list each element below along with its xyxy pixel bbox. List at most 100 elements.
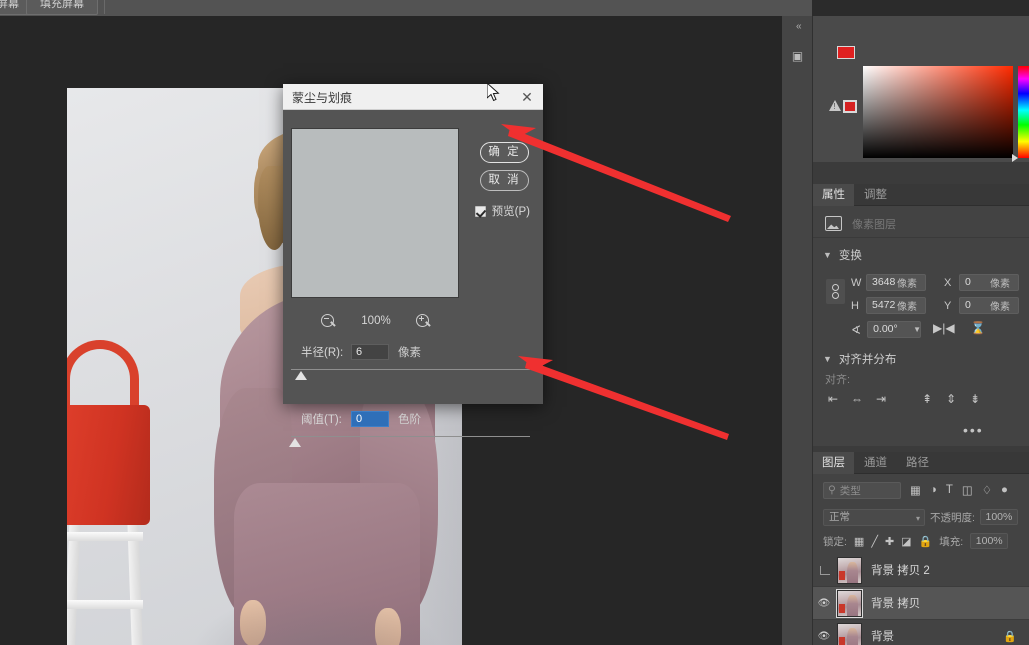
preview-checkbox-label: 预览(P)	[491, 206, 530, 218]
close-icon[interactable]: ✕	[517, 87, 537, 107]
layer-name: 背景 拷贝 2	[871, 565, 930, 577]
align-section-header[interactable]: ▼ 对齐并分布	[813, 348, 1029, 370]
align-more-options-icon[interactable]: •••	[963, 422, 984, 438]
layer-thumbnail[interactable]	[836, 588, 863, 618]
lock-transparency-icon[interactable]: ▦	[854, 535, 864, 548]
align-top-icon[interactable]: ⇞	[919, 392, 935, 406]
filter-toggle-icon[interactable]: ●	[1001, 484, 1008, 496]
zoom-level-value: 100%	[361, 315, 391, 327]
photoshop-window: 屏幕 填充屏幕 蒙尘与划痕 ✕ 确 定 取 消 预览(P) 100% 半径(R)…	[0, 0, 1029, 645]
threshold-input[interactable]: 0	[351, 411, 389, 427]
zoom-out-icon[interactable]	[321, 313, 336, 329]
angle-row: ∢ 0.00° ▼	[851, 321, 922, 338]
fill-input[interactable]: 100%	[970, 533, 1009, 549]
lock-position-icon[interactable]: ✚	[885, 535, 894, 548]
radius-slider-thumb[interactable]	[295, 371, 307, 380]
layers-panel-tabs: 图层 通道 路径	[813, 452, 1029, 474]
align-bottom-icon[interactable]: ⇟	[967, 392, 983, 406]
transform-section-header[interactable]: ▼ 变换	[813, 244, 1029, 266]
align-section-title: 对齐并分布	[838, 354, 897, 366]
x-input[interactable]: 0	[959, 274, 1019, 291]
tab-channels[interactable]: 通道	[855, 452, 896, 474]
layer-visibility-icon[interactable]: 👁	[813, 631, 835, 642]
preview-zoom-controls: 100%	[321, 311, 431, 331]
align-center-vertical-icon[interactable]: ⇕	[943, 392, 959, 406]
table-row[interactable]: 👁 背景 拷贝 2	[813, 554, 1029, 587]
layers-body: ⚲ 类型 ▦ ◑ T ◫ ♢ ● 正常 不透明度: 100% 锁定:	[813, 474, 1029, 645]
flip-horizontal-icon[interactable]: ▶|◀	[933, 321, 955, 335]
radius-input[interactable]: 6	[351, 344, 389, 360]
lock-all-icon[interactable]: 🔒	[919, 535, 933, 548]
flip-controls: ▶|◀ ⌛	[933, 321, 986, 335]
link-width-height-button[interactable]	[826, 279, 845, 304]
ok-button[interactable]: 确 定	[480, 142, 529, 163]
width-key: W	[851, 276, 862, 289]
dialog-preview-thumbnail[interactable]	[291, 128, 459, 298]
lock-label: 锁定:	[823, 535, 847, 548]
cancel-button[interactable]: 取 消	[480, 170, 529, 191]
blend-mode-row: 正常 不透明度: 100%	[813, 506, 1029, 528]
dust-and-scratches-dialog[interactable]: 蒙尘与划痕 ✕ 确 定 取 消 预览(P) 100% 半径(R): 6 像素 阈…	[283, 84, 543, 447]
pixel-layer-label: 像素图层	[852, 218, 896, 231]
tab-properties[interactable]: 属性	[813, 184, 854, 206]
chevron-down-icon[interactable]: ▼	[913, 325, 921, 334]
radius-slider-track[interactable]	[291, 369, 530, 370]
search-icon: ⚲	[828, 484, 836, 496]
color-field[interactable]	[863, 66, 1013, 158]
filter-type-text-icon[interactable]: T	[946, 484, 953, 496]
filter-smart-object-icon[interactable]: ♢	[982, 483, 992, 497]
layer-name: 背景	[871, 631, 894, 643]
dialog-titlebar[interactable]: 蒙尘与划痕 ✕	[283, 84, 543, 110]
fill-screen-button[interactable]: 填充屏幕	[26, 0, 98, 15]
hue-strip[interactable]	[1018, 66, 1029, 158]
flip-vertical-icon[interactable]: ⌛	[971, 321, 986, 335]
threshold-slider-thumb[interactable]	[289, 438, 301, 447]
zoom-in-icon[interactable]	[415, 313, 431, 329]
options-bar: 屏幕 填充屏幕	[0, 0, 812, 16]
opacity-input[interactable]: 100%	[979, 509, 1018, 525]
filter-shape-icon[interactable]: ◫	[962, 483, 973, 497]
collapse-panels-icon[interactable]: «	[796, 21, 802, 32]
threshold-slider-track[interactable]	[291, 436, 530, 437]
filter-type-select[interactable]: ⚲ 类型	[823, 481, 901, 499]
tab-adjustments[interactable]: 调整	[855, 184, 896, 206]
preview-checkbox[interactable]: 预览(P)	[474, 203, 530, 219]
threshold-label: 阈值(T):	[301, 414, 342, 426]
y-input[interactable]: 0	[959, 297, 1019, 314]
layer-filter-row: ⚲ 类型 ▦ ◑ T ◫ ♢ ●	[813, 478, 1029, 502]
radius-label: 半径(R):	[301, 347, 344, 359]
ladder-prop	[67, 517, 162, 645]
align-right-icon[interactable]: ⇥	[873, 392, 889, 406]
radius-field-row: 半径(R): 6 像素	[301, 343, 525, 361]
lock-row: 锁定: ▦ ╱ ✚ ◪ 🔒 填充: 100%	[813, 530, 1029, 552]
right-dock: 甲虫课堂 属性 调整 像素图层 ▼ 变换	[813, 16, 1029, 645]
filter-adjustment-icon[interactable]: ◑	[930, 484, 937, 496]
tab-paths[interactable]: 路径	[897, 452, 938, 474]
align-label: 对齐:	[825, 374, 851, 386]
toolbar-divider	[104, 0, 105, 14]
align-left-icon[interactable]: ⇤	[825, 392, 841, 406]
lock-artboard-icon[interactable]: ◪	[901, 535, 911, 548]
floor-shadow	[187, 591, 447, 645]
blend-mode-select[interactable]: 正常	[823, 508, 925, 526]
layer-visibility-icon[interactable]: 👁	[813, 598, 835, 609]
lock-image-pixels-icon[interactable]: ╱	[871, 535, 878, 548]
layer-thumbnail[interactable]	[837, 622, 862, 645]
foreground-color-swatch[interactable]	[837, 46, 855, 59]
background-color-swatch[interactable]	[843, 100, 857, 113]
history-panel-icon[interactable]: ▣	[788, 48, 807, 65]
filter-pixel-icon[interactable]: ▦	[910, 483, 921, 497]
table-row[interactable]: 👁 背景 拷贝	[813, 587, 1029, 620]
transform-row-w-x: W 3648 像素 X 0 像素	[851, 274, 1019, 291]
threshold-unit: 色阶	[398, 414, 421, 426]
align-center-horizontal-icon[interactable]: ⇔	[849, 392, 865, 406]
x-key: X	[944, 276, 952, 289]
height-input[interactable]: 5472	[866, 297, 926, 314]
out-of-gamut-warning-icon[interactable]	[829, 100, 841, 111]
color-panel	[813, 16, 1029, 162]
tab-layers[interactable]: 图层	[813, 452, 854, 474]
table-row[interactable]: 👁 背景 🔒	[813, 620, 1029, 645]
chevron-down-icon: ▼	[823, 250, 832, 260]
width-input[interactable]: 3648	[866, 274, 926, 291]
layer-thumbnail[interactable]	[837, 556, 862, 584]
